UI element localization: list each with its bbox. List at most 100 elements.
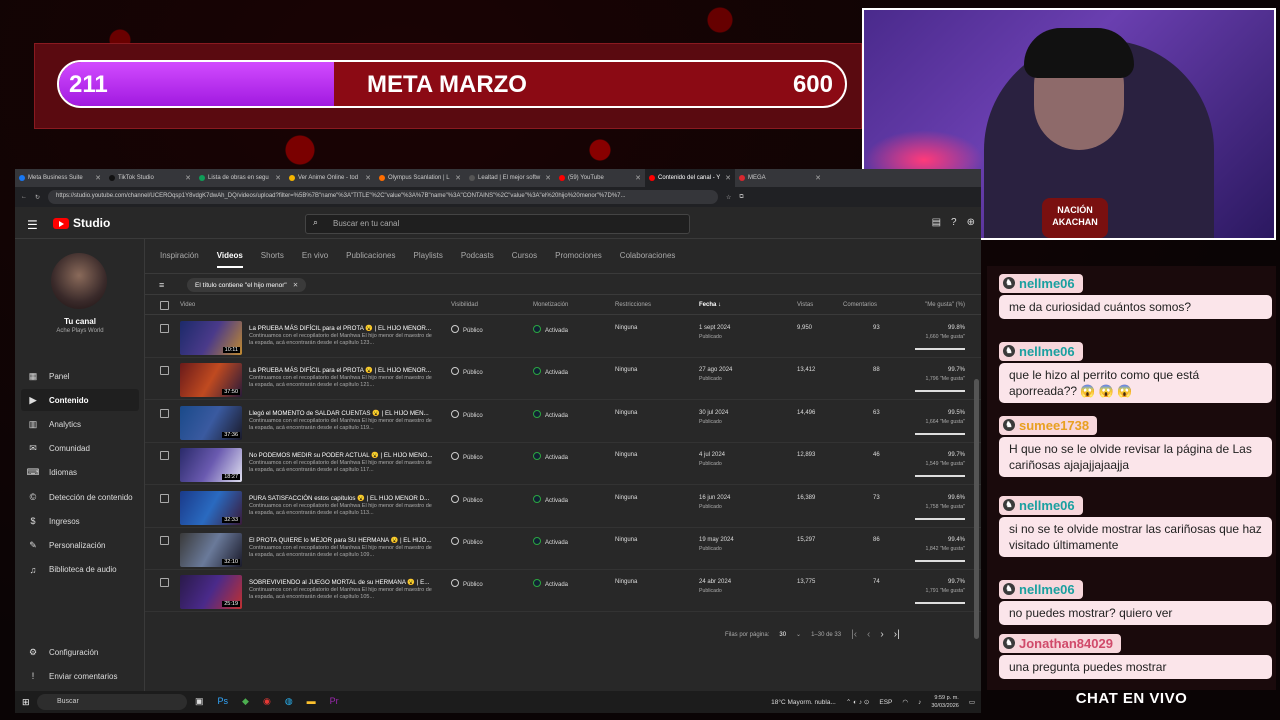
tab-videos[interactable]: Videos (216, 251, 243, 268)
browser-tab[interactable]: TikTok Studio ✕ (105, 169, 195, 187)
monetization-cell[interactable]: Activada (533, 325, 568, 334)
table-row[interactable]: 18:27 No PODEMOS MEDIR su PODER ACTUAL 😮 … (145, 443, 981, 486)
video-thumbnail[interactable]: 25:19 (180, 575, 242, 610)
help-icon[interactable]: ? (951, 217, 957, 228)
table-row[interactable]: 37:36 Llegó el MOMENTO de SALDAR CUENTAS … (145, 401, 981, 443)
col-restrictions[interactable]: Restricciones (615, 302, 651, 308)
windows-start-icon[interactable]: ⊞ (22, 697, 30, 708)
sidebar-item-ingresos[interactable]: $ Ingresos (21, 510, 139, 532)
monetization-cell[interactable]: Activada (533, 367, 568, 376)
tab-close-icon[interactable]: ✕ (635, 174, 641, 182)
filter-chip[interactable]: El título contiene "el hijo menor" ✕ (187, 278, 307, 292)
edge-icon[interactable]: ◍ (285, 696, 293, 707)
url-field[interactable]: https://studio.youtube.com/channel/UCERO… (48, 190, 719, 204)
video-thumbnail[interactable]: 32:10 (180, 533, 242, 567)
col-date[interactable]: Fecha ↓ (699, 302, 721, 308)
taskbar-search[interactable]: Buscar (37, 694, 187, 710)
sidebar-item-panel[interactable]: ▦ Panel (21, 365, 139, 387)
browser-tab[interactable]: Lista de obras en segu ✕ (195, 169, 285, 187)
language-indicator[interactable]: ESP (879, 699, 892, 706)
video-title[interactable]: PURA SATISFACCIÓN estos capítulos 😮 | EL… (249, 494, 433, 502)
premiere-icon[interactable]: Pr (330, 696, 339, 707)
sidebar-item-biblioteca[interactable]: ♫ Biblioteca de audio (21, 559, 139, 581)
visibility-cell[interactable]: Público (451, 367, 483, 376)
col-visibility[interactable]: Visibilidad (451, 302, 478, 308)
tab-close-icon[interactable]: ✕ (725, 174, 731, 182)
sidebar-item-analytics[interactable]: ▥ Analytics (21, 413, 139, 435)
col-views[interactable]: Vistas (797, 302, 813, 308)
tab-promociones[interactable]: Promociones (555, 251, 602, 268)
visibility-cell[interactable]: Público (451, 325, 483, 334)
video-thumbnail[interactable]: 37:36 (180, 405, 242, 440)
video-thumbnail[interactable]: 10:11 (180, 321, 242, 355)
next-page-icon[interactable]: › (880, 629, 883, 640)
select-all-checkbox[interactable] (160, 301, 169, 310)
tab-close-icon[interactable]: ✕ (815, 174, 821, 182)
monetization-cell[interactable]: Activada (533, 494, 568, 504)
tab-inspiración[interactable]: Inspiración (160, 251, 199, 268)
prev-page-icon[interactable]: ‹ (867, 629, 870, 640)
back-icon[interactable]: ← (21, 194, 27, 200)
tab-colaboraciones[interactable]: Colaboraciones (620, 251, 676, 268)
video-title[interactable]: SOBREVIVIENDO al JUEGO MORTAL de su HERM… (249, 578, 433, 586)
monetization-cell[interactable]: Activada (533, 452, 568, 461)
browser-tab[interactable]: Ver Anime Online - tod ✕ (285, 169, 375, 187)
tab-close-icon[interactable]: ✕ (545, 174, 551, 182)
channel-search-input[interactable]: Buscar en tu canal (305, 214, 690, 234)
video-title[interactable]: La PRUEBA MÁS DIFÍCIL para el PROTA 😮 | … (249, 324, 433, 332)
obs-icon[interactable]: ◉ (263, 696, 271, 707)
row-checkbox[interactable] (160, 408, 169, 418)
row-checkbox[interactable] (160, 324, 169, 333)
tab-close-icon[interactable]: ✕ (185, 174, 191, 182)
app-icon[interactable]: ◆ (242, 696, 249, 707)
channel-avatar[interactable] (51, 253, 107, 309)
visibility-cell[interactable]: Público (451, 537, 483, 546)
tab-close-icon[interactable]: ✕ (275, 174, 281, 182)
chip-close-icon[interactable]: ✕ (293, 282, 298, 289)
volume-icon[interactable]: ♪ (918, 699, 921, 706)
sidebar-item-comunidad[interactable]: ✉ Comunidad (21, 438, 139, 460)
tray-icons[interactable]: ⌃ ◐ ♪ ⊙ (846, 698, 870, 706)
sidebar-item-contenido[interactable]: ▶ Contenido (21, 389, 139, 412)
visibility-cell[interactable]: Público (451, 579, 483, 588)
tab-close-icon[interactable]: ✕ (95, 174, 101, 182)
browser-tab[interactable]: Olympus Scanlation | L ✕ (375, 169, 465, 187)
last-page-icon[interactable]: ›| (894, 629, 900, 640)
studio-logo[interactable]: Studio (53, 216, 110, 230)
col-comments[interactable]: Comentarios (843, 302, 877, 308)
sidebar-item-personalización[interactable]: ✎ Personalización (21, 534, 139, 556)
table-row[interactable]: 32:10 El PROTA QUIERE lo MEJOR para SU HE… (145, 528, 981, 570)
browser-tab[interactable]: Meta Business Suite ✕ (15, 169, 105, 187)
wifi-icon[interactable]: ◠ (902, 698, 908, 706)
create-icon[interactable]: ⊕ (967, 217, 975, 228)
col-likes[interactable]: "Me gusta" (%) (925, 302, 965, 308)
rows-per-page-select[interactable]: 30 (779, 632, 786, 638)
task-view-icon[interactable]: ▣ (195, 696, 204, 707)
browser-tab[interactable]: (59) YouTube ✕ (555, 169, 645, 187)
visibility-cell[interactable]: Público (451, 409, 483, 419)
sidebar-item-detección[interactable]: © Detección de contenido (21, 486, 139, 508)
monetization-cell[interactable]: Activada (533, 537, 568, 546)
reload-icon[interactable]: ↻ (35, 194, 40, 201)
sidebar-item-enviar[interactable]: ! Enviar comentarios (21, 665, 139, 687)
video-thumbnail[interactable]: 18:27 (180, 448, 242, 483)
video-title[interactable]: El PROTA QUIERE lo MEJOR para SU HERMANA… (249, 536, 433, 544)
messages-icon[interactable]: ▤ (932, 217, 941, 228)
hamburger-menu-icon[interactable]: ☰ (27, 218, 38, 232)
browser-tab[interactable]: MEGA ✕ (735, 169, 825, 187)
extensions-icon[interactable]: ⧉ (739, 194, 743, 201)
table-row[interactable]: 32:33 PURA SATISFACCIÓN estos capítulos 😮… (145, 486, 981, 528)
monetization-cell[interactable]: Activada (533, 579, 568, 588)
col-monetization[interactable]: Monetización (533, 302, 568, 308)
row-checkbox[interactable] (160, 536, 169, 545)
photoshop-icon[interactable]: Ps (218, 696, 229, 707)
file-explorer-icon[interactable]: ▬ (307, 696, 316, 707)
video-thumbnail[interactable]: 32:33 (180, 490, 242, 525)
browser-tab[interactable]: Contenido del canal - Y ✕ (645, 169, 735, 187)
tab-cursos[interactable]: Cursos (512, 251, 537, 268)
dropdown-icon[interactable]: ⌄ (796, 631, 801, 638)
scrollbar[interactable] (974, 379, 979, 639)
first-page-icon[interactable]: |‹ (851, 629, 857, 640)
tab-close-icon[interactable]: ✕ (455, 174, 461, 182)
sidebar-item-configuración[interactable]: ⚙ Configuración (21, 641, 139, 663)
